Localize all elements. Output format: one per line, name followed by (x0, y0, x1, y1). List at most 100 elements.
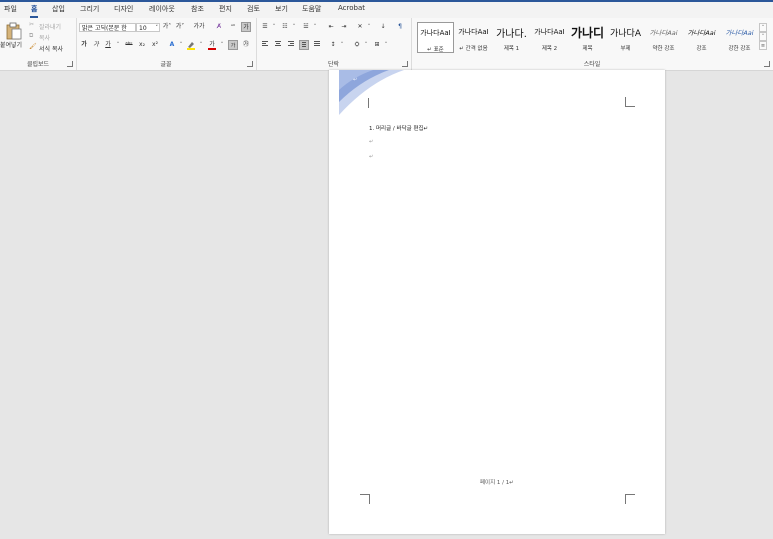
styles-scroll-down-icon[interactable]: ˅ (759, 32, 767, 41)
tab-home[interactable]: 홈 (29, 4, 40, 18)
style-name: 부제 (620, 46, 631, 52)
style-preview: 가나다Aai (649, 29, 678, 37)
style-subtitle[interactable]: 가나다A 부제 (607, 22, 644, 53)
chevron-down-icon[interactable]: ˅ (269, 22, 279, 32)
tab-file[interactable]: 파일 (4, 4, 17, 14)
sort-icon[interactable]: ↓ (378, 22, 388, 32)
style-normal[interactable]: 가나다AaI ↵ 표준 (417, 22, 454, 53)
grow-font-button[interactable]: 가˄ (162, 22, 172, 32)
document-page[interactable]: ↵ 1. 머리글 / 바닥글 편집↵ ↵ ↵ 페이지 1 / 1↵ (329, 70, 665, 534)
paragraph-mark: ↵ (369, 139, 374, 145)
bold-button[interactable]: 가 (79, 40, 89, 50)
tab-acrobat[interactable]: Acrobat (338, 4, 365, 12)
style-heading-1[interactable]: 가나다. 제목 1 (493, 22, 530, 53)
highlight-icon[interactable] (186, 40, 196, 50)
chevron-down-icon[interactable]: ˅ (113, 40, 123, 50)
font-size-value: 10 (139, 25, 147, 32)
cut-button[interactable]: ✂ 잘라내기 (29, 21, 73, 31)
clipboard-group-label: 클립보드 (26, 61, 50, 68)
italic-button[interactable]: 가 (91, 40, 101, 50)
format-painter-button[interactable]: 🖌 서식 복사 (29, 43, 73, 53)
format-painter-icon: 🖌 (29, 43, 37, 50)
style-subtle-emphasis[interactable]: 가나다Aai 약한 강조 (645, 22, 682, 53)
tab-review[interactable]: 검토 (247, 4, 260, 14)
paragraph-dialog-launcher-icon[interactable] (402, 61, 408, 67)
align-right-icon[interactable] (286, 40, 296, 50)
style-preview: 가나다AaI (458, 28, 489, 36)
ribbon-tab-bar: 파일 홈 삽입 그리기 디자인 레이아웃 참조 편지 검토 보기 도움말 Acr… (0, 2, 773, 18)
styles-group-label: 스타일 (583, 61, 601, 68)
paragraph-group-label: 단락 (327, 61, 340, 68)
paste-icon (6, 22, 22, 40)
tab-design[interactable]: 디자인 (114, 4, 133, 14)
format-painter-label: 서식 복사 (39, 46, 63, 53)
decrease-indent-icon[interactable]: ⇤ (326, 22, 336, 32)
styles-more-icon[interactable]: ≡ (759, 41, 767, 50)
style-preview: 가나다Aai (725, 29, 754, 37)
show-formatting-marks-icon[interactable]: ¶ (395, 22, 405, 32)
strikethrough-button[interactable]: ᵃᵇᶜ (124, 40, 134, 50)
chevron-down-icon[interactable]: ˅ (289, 22, 299, 32)
styles-scroll-up-icon[interactable]: ˄ (759, 23, 767, 32)
footer-page-number[interactable]: 페이지 1 / 1↵ (480, 478, 514, 486)
style-no-spacing[interactable]: 가나다AaI ↵ 간격 없음 (455, 22, 492, 53)
increase-indent-icon[interactable]: ⇥ (339, 22, 349, 32)
clear-formatting-icon[interactable]: A̸ (214, 22, 224, 32)
style-title[interactable]: 가나디 제목 (569, 22, 606, 53)
subscript-button[interactable]: x₂ (137, 40, 147, 50)
phonetic-guide-icon[interactable]: ᴬ⁰ (228, 22, 238, 32)
header-paragraph-mark: ↵ (353, 77, 358, 83)
change-case-button[interactable]: 가가 (191, 22, 207, 32)
justify-icon[interactable] (299, 40, 309, 50)
font-size-select[interactable]: 10 ˅ (136, 23, 160, 32)
character-shading-button[interactable]: 가 (228, 40, 238, 50)
chevron-down-icon[interactable]: ˅ (217, 40, 227, 50)
tab-insert[interactable]: 삽입 (52, 4, 65, 14)
tab-help[interactable]: 도움말 (302, 4, 321, 14)
style-intense-emphasis[interactable]: 가나다Aai 강한 강조 (721, 22, 758, 53)
tab-layout[interactable]: 레이아웃 (149, 4, 175, 14)
font-color-letter: 가 (209, 41, 215, 48)
text-cursor (360, 98, 369, 108)
style-name: 강한 강조 (728, 46, 751, 52)
align-left-icon[interactable] (260, 40, 270, 50)
tab-references[interactable]: 참조 (191, 4, 204, 14)
style-preview: 가나디 (570, 26, 605, 40)
style-emphasis[interactable]: 가나다Aai 강조 (683, 22, 720, 53)
chevron-down-icon[interactable]: ˅ (337, 40, 347, 50)
copy-button[interactable]: ⧉ 복사 (29, 32, 73, 42)
styles-dialog-launcher-icon[interactable] (764, 61, 770, 67)
list-item-header-footer-edit[interactable]: 1. 머리글 / 바닥글 편집↵ (369, 124, 428, 132)
font-dialog-launcher-icon[interactable] (247, 61, 253, 67)
paste-button[interactable]: 붙여넣기 ˅ (0, 20, 26, 58)
tab-view[interactable]: 보기 (275, 4, 288, 14)
chevron-down-icon[interactable]: ˅ (176, 40, 186, 50)
underline-button[interactable]: 가 (103, 40, 113, 50)
clipboard-dialog-launcher-icon[interactable] (67, 61, 73, 67)
encircle-character-icon[interactable]: ㉮ (241, 40, 251, 50)
chevron-down-icon[interactable]: ˅ (361, 40, 371, 50)
enclose-characters-icon[interactable]: 가 (241, 22, 251, 32)
font-family-select[interactable]: 맑은 고딕(본문 한 (79, 23, 136, 32)
chevron-down-icon[interactable]: ˅ (310, 22, 320, 32)
font-group-label: 글꼴 (160, 61, 172, 68)
chevron-down-icon: ˅ (155, 25, 159, 31)
chevron-down-icon[interactable]: ˅ (364, 22, 374, 32)
tab-draw[interactable]: 그리기 (80, 4, 99, 14)
copy-label: 복사 (39, 35, 51, 42)
crop-mark-bottom-left (360, 494, 370, 504)
superscript-button[interactable]: x² (150, 40, 160, 50)
tab-mailings[interactable]: 편지 (219, 4, 232, 14)
cut-label: 잘라내기 (39, 24, 62, 31)
header-decoration (339, 70, 404, 115)
font-color-button[interactable]: 가 (207, 40, 217, 50)
chevron-down-icon[interactable]: ˅ (381, 40, 391, 50)
style-preview: 가나다AaI (534, 28, 565, 36)
style-heading-2[interactable]: 가나다AaI 제목 2 (531, 22, 568, 53)
style-name: 제목 1 (503, 46, 520, 52)
chevron-down-icon[interactable]: ˅ (196, 40, 206, 50)
distribute-icon[interactable] (312, 40, 322, 50)
crop-mark-top-right (625, 97, 635, 107)
align-center-icon[interactable] (273, 40, 283, 50)
shrink-font-button[interactable]: 가˅ (175, 22, 185, 32)
